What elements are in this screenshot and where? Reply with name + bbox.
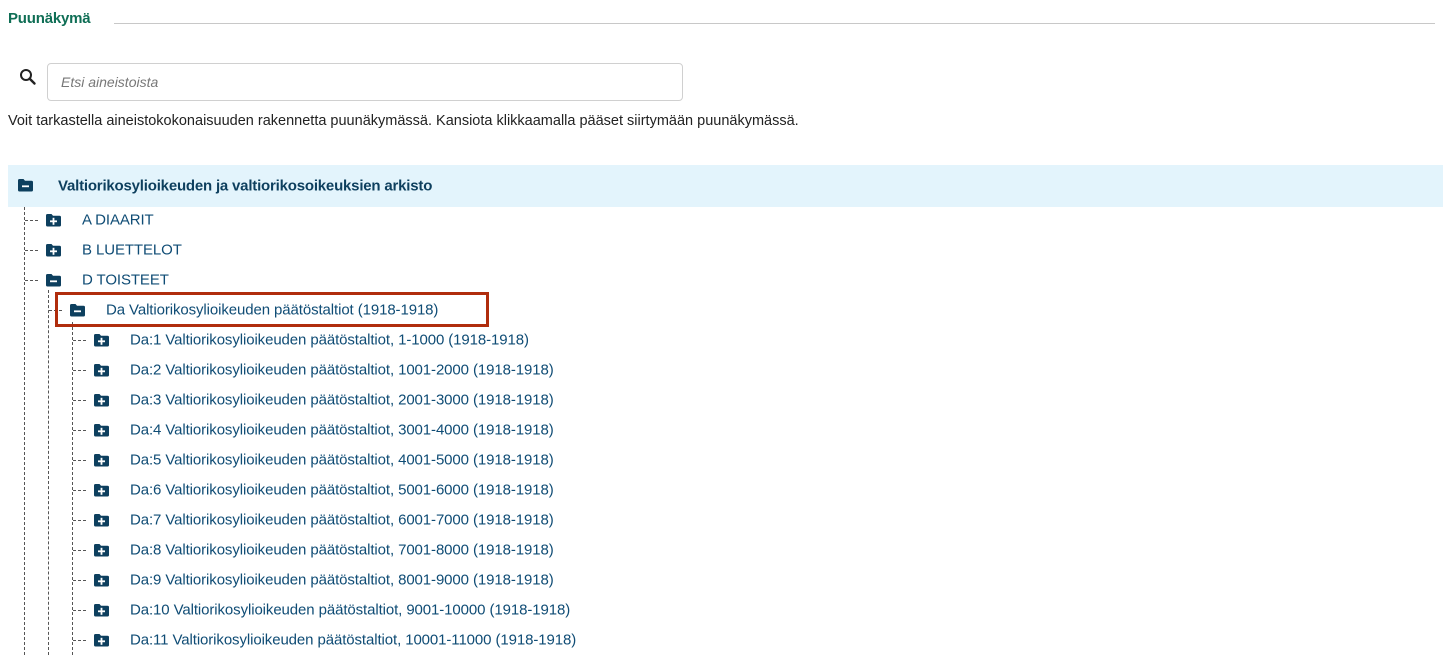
tree-root-label[interactable]: Valtiorikosylioikeuden ja valtiorikosoik…: [58, 179, 432, 194]
tree-connector: [25, 250, 38, 251]
tree-connector: [73, 430, 86, 431]
folder-plus-icon[interactable]: [93, 483, 110, 497]
search-icon: [20, 69, 36, 85]
tree-node-label[interactable]: Da:1 Valtiorikosylioikeuden päätöstaltio…: [130, 333, 529, 348]
tree-node-label[interactable]: A DIAARIT: [82, 213, 154, 228]
tree-node-label[interactable]: Da:10 Valtiorikosylioikeuden päätöstalti…: [130, 603, 570, 618]
folder-plus-icon[interactable]: [93, 603, 110, 617]
tree-connector: [25, 280, 38, 281]
folder-plus-icon[interactable]: [93, 573, 110, 587]
folder-plus-icon[interactable]: [93, 363, 110, 377]
tree-connector: [73, 580, 86, 581]
tree-connector: [73, 640, 86, 641]
folder-plus-icon[interactable]: [93, 333, 110, 347]
folder-plus-icon[interactable]: [45, 213, 62, 227]
folder-plus-icon[interactable]: [93, 423, 110, 437]
tree-connector: [73, 550, 86, 551]
folder-plus-icon[interactable]: [93, 453, 110, 467]
folder-minus-icon[interactable]: [17, 178, 34, 192]
tree-connector: [73, 610, 86, 611]
tree-guide-line: [48, 290, 49, 655]
tree-connector: [73, 400, 86, 401]
tree-node-label[interactable]: Da:4 Valtiorikosylioikeuden päätöstaltio…: [130, 423, 554, 438]
tree-connector: [73, 490, 86, 491]
tree-node-label[interactable]: B LUETTELOT: [82, 243, 182, 258]
folder-plus-icon[interactable]: [45, 243, 62, 257]
tree-description: Voit tarkastella aineistokokonaisuuden r…: [8, 113, 799, 129]
tree-node-label[interactable]: Da:5 Valtiorikosylioikeuden päätöstaltio…: [130, 453, 554, 468]
search-input[interactable]: [47, 63, 683, 101]
selected-node-highlight: [55, 292, 489, 327]
tree-connector: [73, 460, 86, 461]
tree-node-label[interactable]: D TOISTEET: [82, 273, 169, 288]
tree-node-label[interactable]: Da:6 Valtiorikosylioikeuden päätöstaltio…: [130, 483, 554, 498]
tree-connector: [73, 340, 86, 341]
tree-connector: [73, 520, 86, 521]
title-divider: [114, 23, 1435, 24]
tree-node-label[interactable]: Da:7 Valtiorikosylioikeuden päätöstaltio…: [130, 513, 554, 528]
folder-plus-icon[interactable]: [93, 513, 110, 527]
folder-plus-icon[interactable]: [93, 393, 110, 407]
tree-connector: [73, 370, 86, 371]
tree-guide-line: [24, 207, 25, 655]
tree-connector: [25, 220, 38, 221]
tree-node-label[interactable]: Da:11 Valtiorikosylioikeuden päätöstalti…: [130, 633, 576, 648]
tree-node-label[interactable]: Da:2 Valtiorikosylioikeuden päätöstaltio…: [130, 363, 554, 378]
section-title: Puunäkymä: [8, 10, 91, 27]
folder-minus-icon[interactable]: [45, 273, 62, 287]
tree-guide-line: [72, 322, 73, 655]
tree-node-label[interactable]: Da:8 Valtiorikosylioikeuden päätöstaltio…: [130, 543, 554, 558]
folder-plus-icon[interactable]: [93, 633, 110, 647]
folder-plus-icon[interactable]: [93, 543, 110, 557]
tree-node-label[interactable]: Da:9 Valtiorikosylioikeuden päätöstaltio…: [130, 573, 554, 588]
tree-node-label[interactable]: Da:3 Valtiorikosylioikeuden päätöstaltio…: [130, 393, 554, 408]
